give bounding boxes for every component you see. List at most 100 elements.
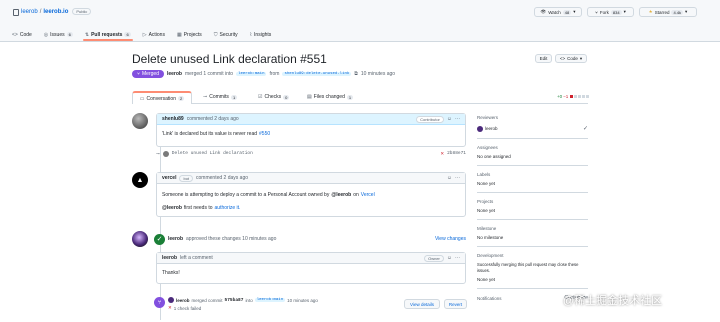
tab-label: Security: [219, 31, 238, 38]
repo-breadcrumb: leerob / leerob.io Public: [21, 8, 92, 15]
merged-badge: ⑂ Merged: [132, 70, 164, 78]
avatar: [168, 297, 174, 303]
revert-button[interactable]: Revert: [444, 299, 467, 309]
sidebar: Reviewers leerob ✓ Assignees No one assi…: [477, 115, 588, 301]
comment-header: vercel bot commented 2 days ago ☺ ···: [157, 173, 465, 184]
star-button[interactable]: ★ Starred 4.4k ▾: [639, 7, 697, 17]
kebab-menu-icon[interactable]: ···: [455, 255, 460, 261]
eye-icon: 👁: [540, 9, 547, 14]
merge-sha[interactable]: 575ba87: [225, 298, 244, 303]
file-diff-icon: ▤: [307, 94, 312, 100]
kebab-menu-icon[interactable]: ···: [455, 175, 460, 181]
code-icon: <>: [559, 56, 566, 61]
check-icon: ✓: [582, 126, 588, 132]
reviewers-title[interactable]: Reviewers: [477, 115, 498, 120]
comment-author[interactable]: vercel: [162, 175, 176, 181]
pr-tab-commits[interactable]: ⊸ Commits 1: [203, 94, 238, 100]
comment-text: on: [353, 192, 359, 198]
approval-author[interactable]: leerob: [168, 236, 183, 242]
chevron-down-icon: ▾: [623, 9, 626, 14]
development-none: None yet: [477, 277, 496, 282]
reviewer-name[interactable]: leerob: [485, 126, 498, 131]
diffstat: +0 −1: [557, 94, 590, 99]
pr-tab-count: 1: [346, 94, 354, 100]
tab-issues[interactable]: ◎ Issues 6: [44, 32, 73, 38]
tab-count: 6: [66, 32, 73, 37]
comment-box: vercel bot commented 2 days ago ☺ ··· So…: [156, 172, 466, 217]
watermark: @稀土掘金技术社区: [563, 295, 663, 307]
view-details-button[interactable]: View details: [404, 299, 440, 309]
labels-title[interactable]: Labels: [477, 172, 588, 177]
repo-owner-link[interactable]: leerob: [21, 9, 38, 15]
comment-header: shenlu89 commented 2 days ago Contributo…: [157, 114, 465, 125]
tab-projects[interactable]: ▦ Projects: [177, 32, 202, 38]
assignees-title[interactable]: Assignees: [477, 145, 588, 150]
commit-icon: ⊸: [156, 150, 160, 157]
diffstat-deletions: −1: [563, 94, 569, 99]
pr-tab-files-changed[interactable]: ▤ Files changed 1: [307, 94, 354, 100]
commit-sha[interactable]: 2b88e71: [447, 151, 466, 156]
repo-name-link[interactable]: leerob.io: [43, 9, 68, 15]
commit-message[interactable]: Delete unused Link declaration: [172, 151, 253, 156]
pr-tabs-bar: [132, 103, 588, 104]
head-branch[interactable]: shenlu89:delete-unused-link: [282, 72, 352, 76]
comment-body: 'Link' is declared but its value is neve…: [157, 125, 465, 143]
milestone-title[interactable]: Milestone: [477, 226, 588, 231]
issue-link[interactable]: #550: [259, 131, 270, 137]
pr-tab-count: 0: [283, 94, 290, 100]
breadcrumb-separator: /: [39, 8, 42, 15]
code-button[interactable]: <> Code ▾: [555, 54, 587, 63]
watch-button[interactable]: 👁 Watch 48 ▾: [534, 7, 582, 17]
vercel-avatar[interactable]: ▲: [132, 172, 148, 188]
development-title[interactable]: Development: [477, 253, 588, 258]
page-title: Delete unused Link declaration #551: [132, 52, 327, 66]
comment-text: first needs to: [183, 205, 213, 211]
star-icon: ★: [648, 9, 653, 14]
smiley-icon[interactable]: ☺: [447, 175, 452, 181]
tab-pull-requests[interactable]: ⇅ Pull requests 6: [82, 28, 133, 41]
tab-security[interactable]: ⛉ Security: [214, 32, 238, 38]
tab-code[interactable]: <> Code: [12, 32, 32, 38]
user-mention[interactable]: @leerob: [162, 203, 182, 213]
smiley-icon[interactable]: ☺: [447, 116, 452, 122]
comment-icon: ▭: [139, 95, 145, 102]
star-count: 4.4k: [671, 9, 684, 15]
edit-button[interactable]: Edit: [535, 54, 552, 63]
tab-label: Issues: [50, 31, 65, 38]
view-changes-link[interactable]: View changes: [435, 236, 466, 242]
comment-author[interactable]: shenlu89: [162, 116, 184, 122]
star-label: Starred: [654, 9, 670, 15]
issue-icon: ◎: [43, 31, 49, 38]
user-mention[interactable]: @leerob: [331, 190, 351, 200]
base-branch[interactable]: leerob:main: [236, 72, 267, 76]
projects-title[interactable]: Projects: [477, 199, 588, 204]
tab-insights[interactable]: ⌇ Insights: [250, 32, 272, 38]
merge-text: merged commit: [191, 297, 223, 303]
pr-time: 10 minutes ago: [360, 71, 396, 77]
actions-icon: ▷: [142, 31, 147, 38]
pr-tab-conversation[interactable]: ▭ Conversation 2: [132, 91, 192, 104]
pr-tab-label: Files changed: [313, 94, 345, 100]
pr-author[interactable]: leerob: [167, 71, 182, 77]
commit-icon: ⊸: [203, 94, 208, 100]
merge-branch[interactable]: leerob:main: [254, 298, 286, 302]
comment-author[interactable]: leerob: [162, 255, 177, 261]
smiley-icon[interactable]: ☺: [447, 255, 452, 261]
code-icon: <>: [12, 31, 18, 38]
tab-actions[interactable]: ▷ Actions: [143, 32, 165, 38]
merge-author[interactable]: leerob: [176, 298, 190, 303]
approval-text: approved these changes 10 minutes ago: [186, 236, 277, 242]
revert-label: Revert: [448, 301, 463, 307]
avatar[interactable]: [132, 231, 148, 247]
commit-row: ⊸ Delete unused Link declaration ✕ 2b88e…: [156, 149, 466, 158]
avatar[interactable]: [132, 113, 148, 129]
fork-button[interactable]: ⑂ Fork 834 ▾: [587, 7, 634, 17]
kebab-menu-icon[interactable]: ···: [455, 116, 460, 122]
authorize-link[interactable]: authorize it.: [215, 203, 241, 213]
vercel-link[interactable]: Vercel: [361, 190, 375, 200]
comment-meta: commented 2 days ago: [186, 116, 239, 122]
x-icon[interactable]: ✕: [440, 151, 444, 157]
pr-tab-checks[interactable]: ☑ Checks 0: [258, 94, 290, 100]
pr-tab-label: Commits: [209, 94, 229, 100]
copy-icon[interactable]: ⧉: [354, 71, 358, 77]
